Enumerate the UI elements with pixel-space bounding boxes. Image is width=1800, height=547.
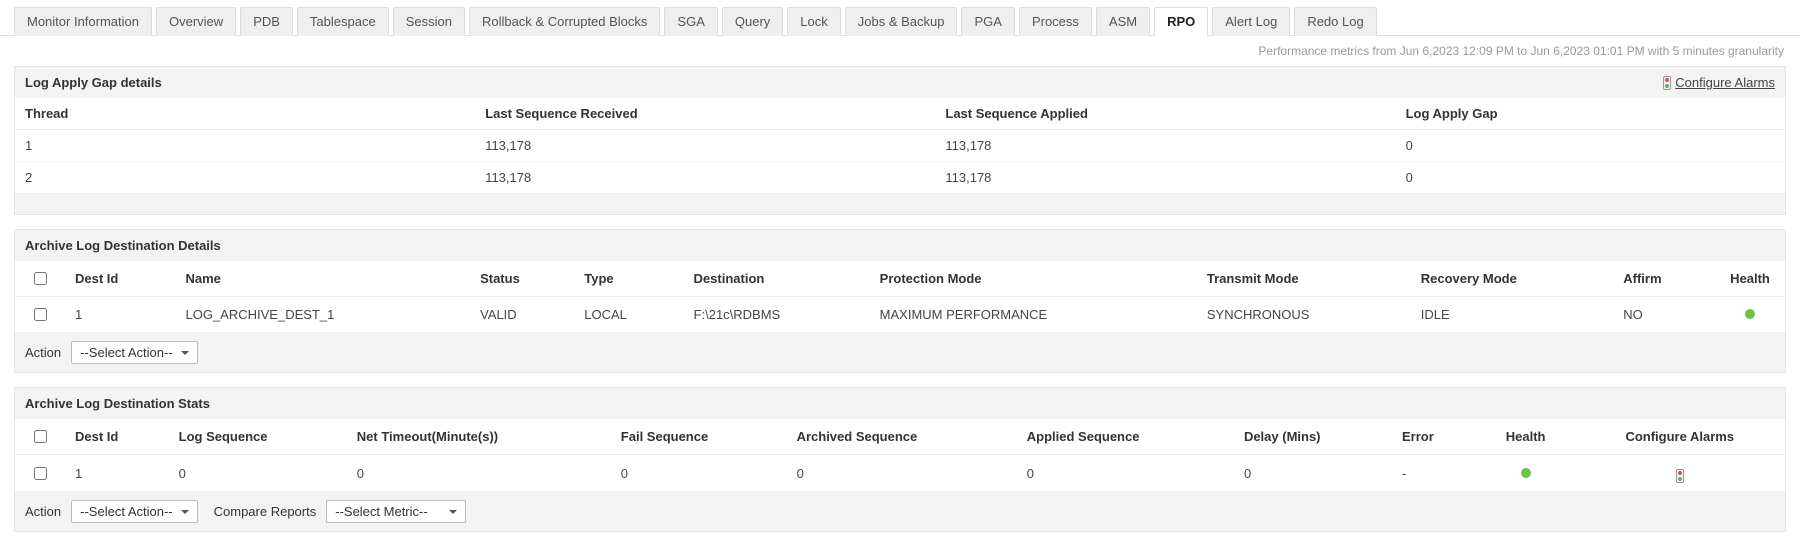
- panel-title: Archive Log Destination Stats: [25, 396, 210, 411]
- panel-title: Log Apply Gap details: [25, 75, 162, 90]
- tab-pga[interactable]: PGA: [961, 7, 1014, 36]
- cell: 113,178: [935, 130, 1395, 162]
- action-select[interactable]: --Select Action--: [71, 500, 197, 523]
- row-checkbox[interactable]: [34, 308, 47, 321]
- column-header[interactable]: Thread: [15, 98, 475, 130]
- cell: 113,178: [475, 130, 935, 162]
- column-header[interactable]: Log Sequence: [169, 419, 347, 455]
- select-all-checkbox[interactable]: [34, 430, 47, 443]
- column-header[interactable]: Type: [574, 261, 683, 297]
- table-row: 2113,178113,1780: [15, 162, 1785, 194]
- column-header[interactable]: Fail Sequence: [611, 419, 787, 455]
- cell: IDLE: [1411, 297, 1614, 333]
- cell: 1: [65, 455, 169, 492]
- metrics-time-range: Performance metrics from Jun 6,2023 12:0…: [0, 36, 1800, 60]
- tab-asm[interactable]: ASM: [1096, 7, 1150, 36]
- table-row: 1113,178113,1780: [15, 130, 1785, 162]
- column-header[interactable]: Last Sequence Received: [475, 98, 935, 130]
- cell: MAXIMUM PERFORMANCE: [870, 297, 1197, 333]
- column-header[interactable]: Applied Sequence: [1017, 419, 1234, 455]
- cell: 0: [611, 455, 787, 492]
- action-select[interactable]: --Select Action--: [71, 341, 197, 364]
- archive-dest-stats-panel: Archive Log Destination Stats Dest IdLog…: [14, 387, 1786, 532]
- cell: NO: [1613, 297, 1715, 333]
- tab-pdb[interactable]: PDB: [240, 7, 293, 36]
- cell: SYNCHRONOUS: [1197, 297, 1411, 333]
- column-header[interactable]: Name: [176, 261, 471, 297]
- column-header[interactable]: Health: [1715, 261, 1785, 297]
- compare-reports-label: Compare Reports: [214, 504, 317, 519]
- log-apply-gap-table: ThreadLast Sequence ReceivedLast Sequenc…: [15, 98, 1785, 194]
- row-checkbox[interactable]: [34, 467, 47, 480]
- column-header[interactable]: Delay (Mins): [1234, 419, 1392, 455]
- compare-reports-select[interactable]: --Select Metric--: [326, 500, 466, 523]
- column-header[interactable]: Configure Alarms: [1575, 419, 1786, 455]
- action-label: Action: [25, 345, 61, 360]
- cell: LOG_ARCHIVE_DEST_1: [176, 297, 471, 333]
- tab-alert-log[interactable]: Alert Log: [1212, 7, 1290, 36]
- configure-alarms-link[interactable]: Configure Alarms: [1663, 75, 1775, 90]
- column-header[interactable]: Affirm: [1613, 261, 1715, 297]
- health-dot-icon: [1521, 468, 1531, 478]
- tab-bar: Monitor InformationOverviewPDBTablespace…: [0, 0, 1800, 36]
- traffic-light-icon: [1663, 76, 1671, 90]
- column-header[interactable]: Error: [1392, 419, 1477, 455]
- panel-title: Archive Log Destination Details: [25, 238, 221, 253]
- column-header[interactable]: Destination: [684, 261, 870, 297]
- cell: 0: [1017, 455, 1234, 492]
- cell: VALID: [470, 297, 574, 333]
- archive-dest-details-panel: Archive Log Destination Details Dest IdN…: [14, 229, 1786, 373]
- configure-alarms-label: Configure Alarms: [1675, 75, 1775, 90]
- archive-dest-stats-table: Dest IdLog SequenceNet Timeout(Minute(s)…: [15, 419, 1785, 492]
- column-header[interactable]: Transmit Mode: [1197, 261, 1411, 297]
- tab-process[interactable]: Process: [1019, 7, 1092, 36]
- cell: 0: [1396, 130, 1785, 162]
- tab-lock[interactable]: Lock: [787, 7, 840, 36]
- tab-rollback-corrupted-blocks[interactable]: Rollback & Corrupted Blocks: [469, 7, 660, 36]
- cell: 1: [15, 130, 475, 162]
- cell: 0: [169, 455, 347, 492]
- cell: 0: [1396, 162, 1785, 194]
- cell: LOCAL: [574, 297, 683, 333]
- tab-redo-log[interactable]: Redo Log: [1294, 7, 1376, 36]
- column-header[interactable]: Net Timeout(Minute(s)): [347, 419, 611, 455]
- tab-sga[interactable]: SGA: [664, 7, 717, 36]
- tab-jobs-backup[interactable]: Jobs & Backup: [845, 7, 958, 36]
- column-header[interactable]: Log Apply Gap: [1396, 98, 1785, 130]
- cell: 113,178: [935, 162, 1395, 194]
- health-dot-icon: [1745, 309, 1755, 319]
- cell: 113,178: [475, 162, 935, 194]
- tab-rpo[interactable]: RPO: [1154, 7, 1208, 36]
- cell: F:\21c\RDBMS: [684, 297, 870, 333]
- column-header[interactable]: Dest Id: [65, 419, 169, 455]
- table-row: 1LOG_ARCHIVE_DEST_1VALIDLOCALF:\21c\RDBM…: [15, 297, 1785, 333]
- tab-overview[interactable]: Overview: [156, 7, 236, 36]
- column-header[interactable]: Health: [1477, 419, 1575, 455]
- configure-alarms-icon[interactable]: [1676, 469, 1684, 483]
- tab-tablespace[interactable]: Tablespace: [297, 7, 389, 36]
- column-header[interactable]: Dest Id: [65, 261, 176, 297]
- column-header[interactable]: Archived Sequence: [787, 419, 1017, 455]
- cell: 0: [347, 455, 611, 492]
- cell: 2: [15, 162, 475, 194]
- action-label: Action: [25, 504, 61, 519]
- select-all-checkbox[interactable]: [34, 272, 47, 285]
- cell: 0: [787, 455, 1017, 492]
- cell: 0: [1234, 455, 1392, 492]
- cell: 1: [65, 297, 176, 333]
- column-header[interactable]: Protection Mode: [870, 261, 1197, 297]
- column-header[interactable]: Last Sequence Applied: [935, 98, 1395, 130]
- tab-session[interactable]: Session: [393, 7, 465, 36]
- log-apply-gap-panel: Log Apply Gap details Configure Alarms T…: [14, 66, 1786, 215]
- table-row: 1000000-: [15, 455, 1785, 492]
- cell: -: [1392, 455, 1477, 492]
- column-header[interactable]: Recovery Mode: [1411, 261, 1614, 297]
- archive-dest-details-table: Dest IdNameStatusTypeDestinationProtecti…: [15, 261, 1785, 333]
- column-header[interactable]: Status: [470, 261, 574, 297]
- tab-query[interactable]: Query: [722, 7, 783, 36]
- tab-monitor-information[interactable]: Monitor Information: [14, 7, 152, 36]
